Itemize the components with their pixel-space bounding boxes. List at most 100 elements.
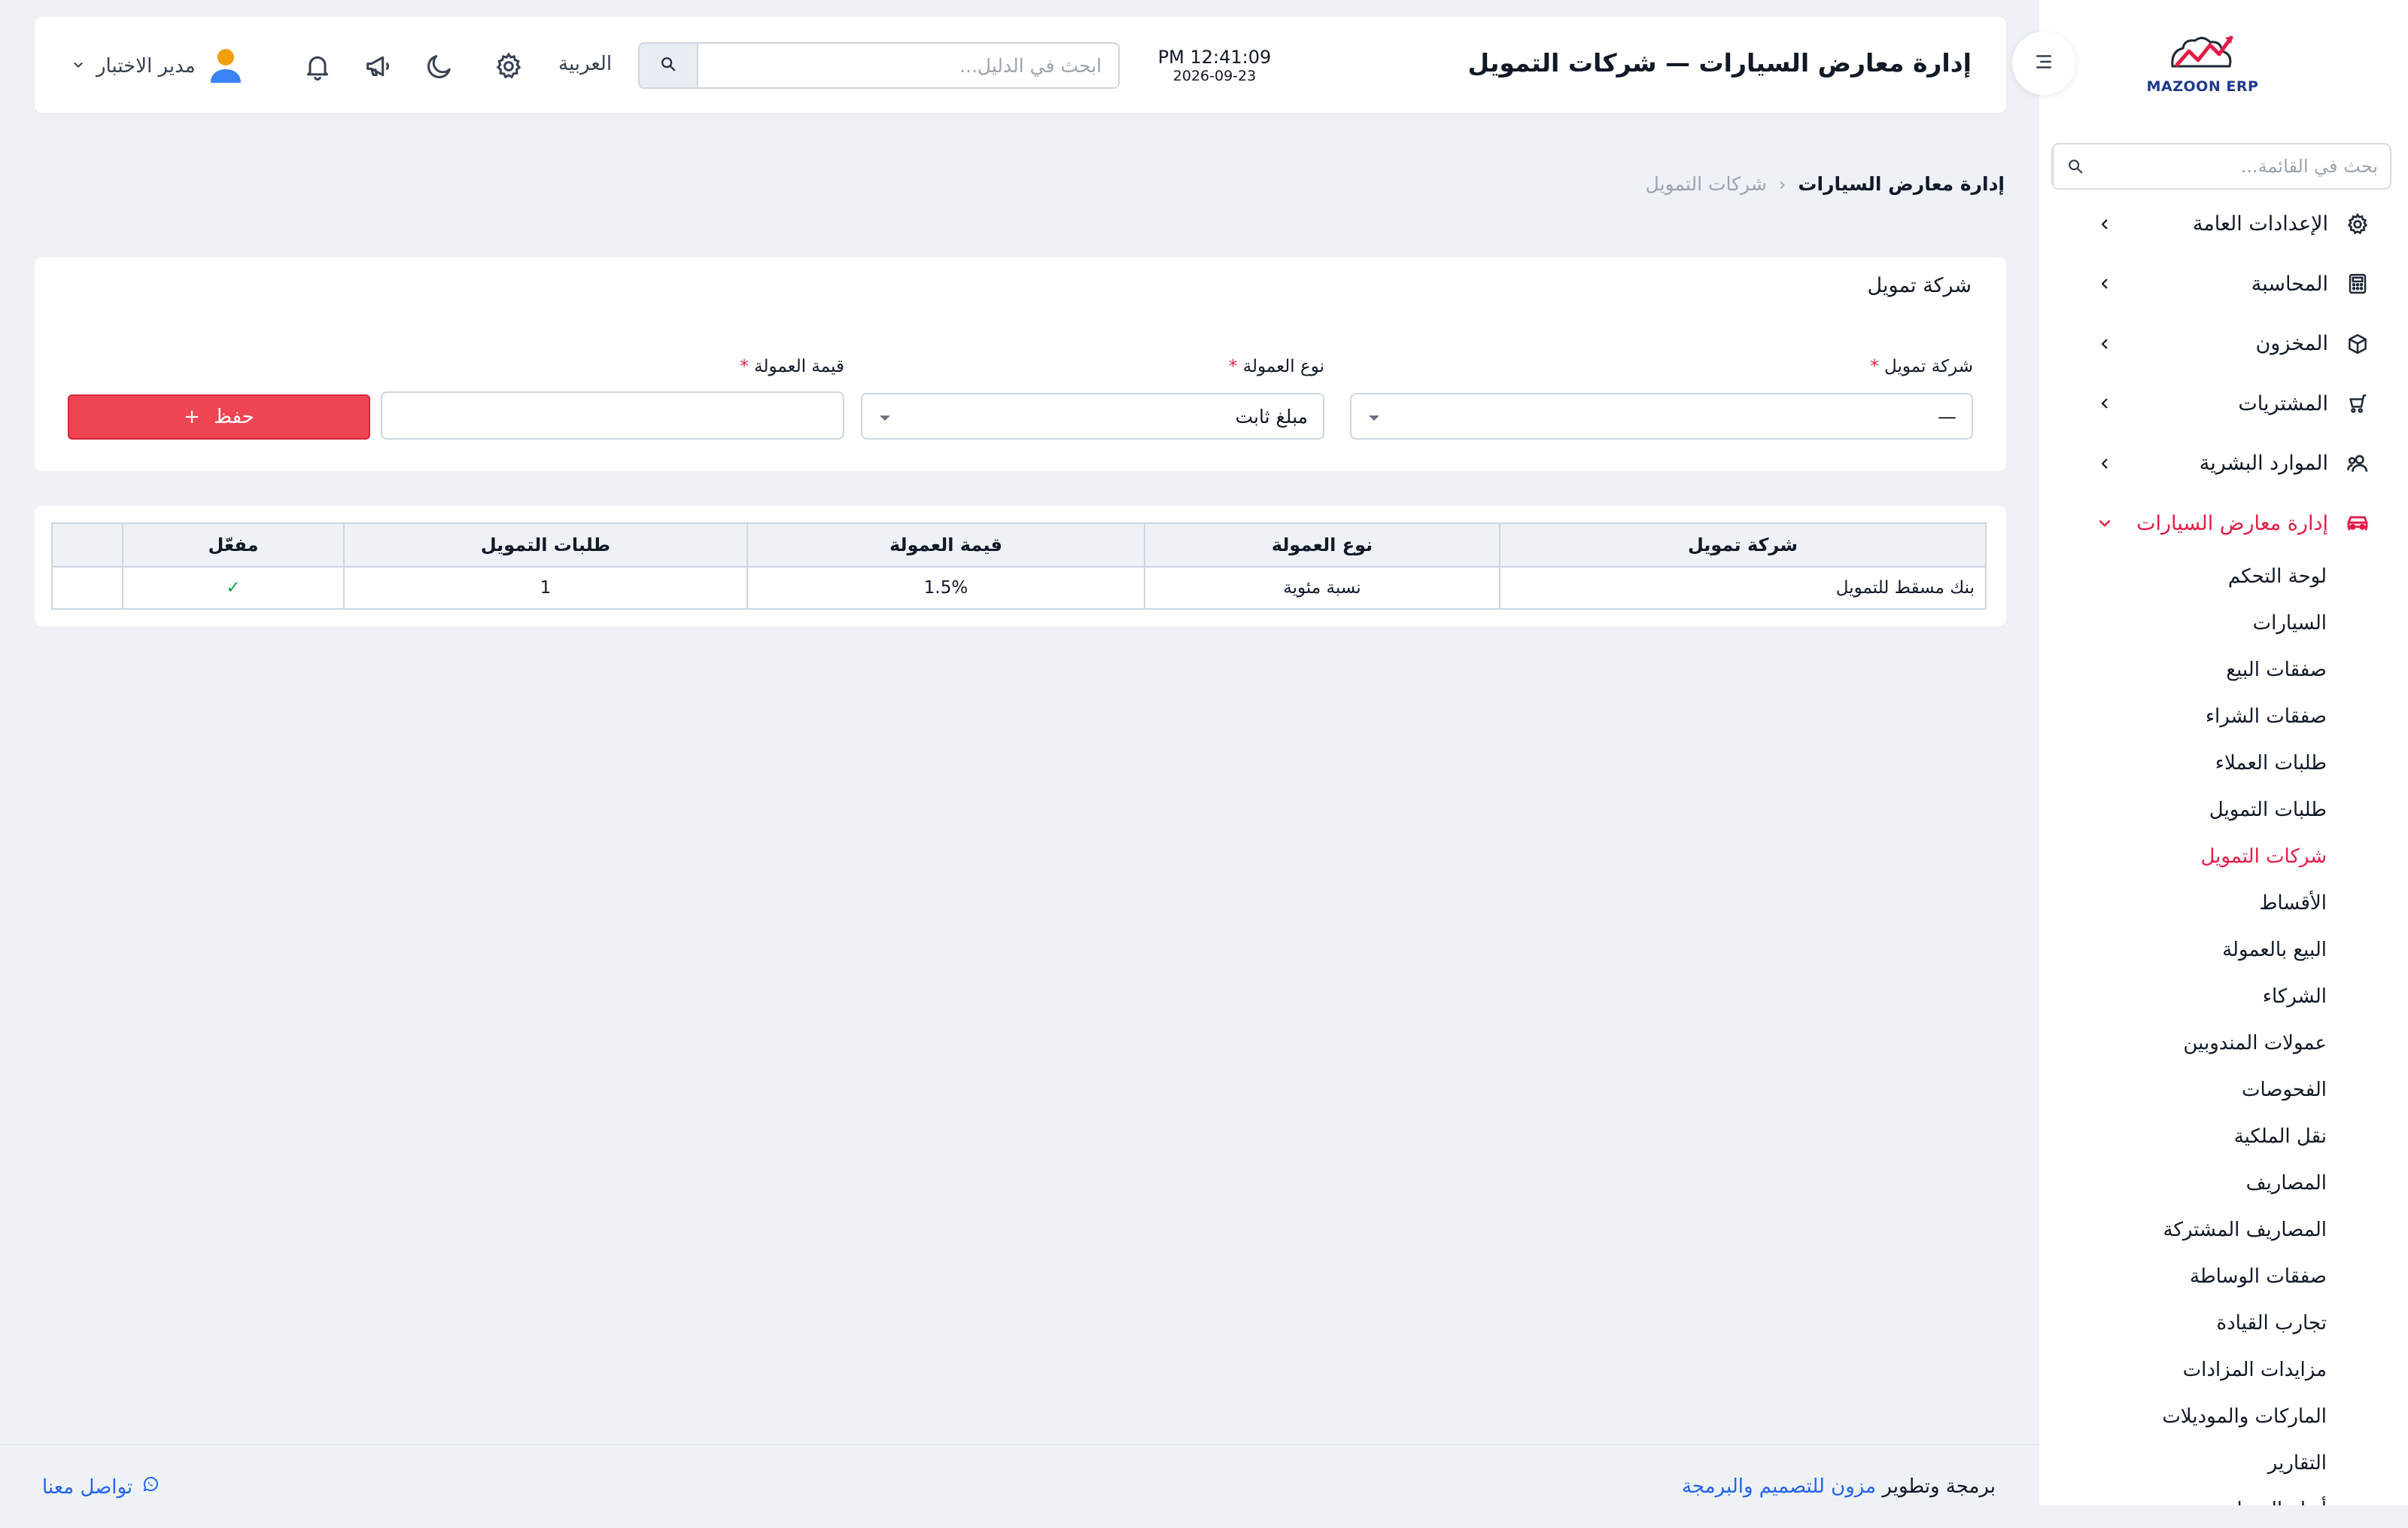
column-header-commission-type[interactable]: نوع العمولة (1144, 522, 1500, 568)
sidebar-subitem-cars[interactable]: السيارات (2039, 600, 2327, 647)
sidebar-subitem-sales-deals[interactable]: صفقات البيع (2039, 647, 2327, 693)
caret-down-icon (877, 406, 892, 428)
cell-enabled-check-icon: ✓ (122, 566, 345, 610)
column-header-actions (51, 522, 123, 568)
footer: برمجة وتطوير مزون للتصميم والبرمجة تواصل… (0, 1444, 2039, 1528)
company-label-text: شركة تمويل (1884, 357, 1973, 376)
form-title: شركة تمويل (1867, 274, 1972, 297)
sidebar-toggle-button[interactable] (2012, 32, 2075, 95)
commission-value-label: قيمة العمولة * (740, 357, 844, 376)
required-mark: * (740, 357, 749, 376)
whatsapp-icon (141, 1475, 160, 1499)
sidebar-item-label: إدارة معارض السيارات (2136, 511, 2328, 535)
sidebar-item-inventory[interactable]: المخزون (2039, 314, 2408, 374)
required-mark: * (1870, 357, 1879, 376)
sidebar-subitem-expenses[interactable]: المصاريف (2039, 1160, 2327, 1207)
plus-icon: + (184, 406, 200, 428)
cell-commission-value: 1.5% (746, 566, 1145, 610)
box-icon (2343, 330, 2372, 358)
column-header-enabled[interactable]: مفعّل (122, 522, 345, 568)
cell-financing-requests: 1 (343, 566, 748, 610)
sidebar-subitem-purchase-deals[interactable]: صفقات الشراء (2039, 693, 2327, 740)
company-label: شركة تمويل * (1870, 357, 1973, 376)
table-header-row: شركة تمويل نوع العمولة قيمة العمولة طلبا… (51, 522, 1987, 568)
sidebar-subitem-auction-bids[interactable]: مزايدات المزادات (2039, 1347, 2327, 1393)
breadcrumb-home[interactable]: إدارة معارض السيارات (1798, 173, 2005, 195)
user-name: مدير الاختبار (96, 55, 196, 78)
sidebar-subitem-brands-models[interactable]: الماركات والموديلات (2039, 1393, 2327, 1440)
company-select-value: — (1938, 405, 1956, 428)
sidebar-item-label: المشتريات (2238, 391, 2328, 415)
guide-search-button[interactable] (640, 44, 698, 87)
sidebar-search-input[interactable] (2096, 145, 2390, 188)
required-mark: * (1228, 357, 1238, 376)
commission-type-select[interactable]: مبلغ ثابت (861, 393, 1324, 440)
search-icon[interactable] (2053, 145, 2096, 188)
sidebar-subitem-dashboard[interactable]: لوحة التحكم (2039, 553, 2327, 600)
guide-search-input[interactable] (698, 44, 1118, 87)
sidebar-item-label: المخزون (2255, 332, 2328, 356)
sidebar-subitem-expense-types[interactable]: أنواع المصاريف (2039, 1487, 2327, 1505)
bell-icon[interactable] (299, 48, 336, 84)
megaphone-icon[interactable] (360, 48, 396, 84)
clock-date: 2026-09-23 (1172, 68, 1257, 84)
sidebar-menu: الإعدادات العامة المحاسبة المخزون المشتر… (2039, 194, 2408, 1505)
avatar (208, 45, 244, 87)
logo[interactable]: MAZOON ERP (2131, 32, 2274, 101)
settings-gear-icon[interactable] (491, 48, 527, 84)
footer-credit-link[interactable]: مزون للتصميم والبرمجة (1682, 1475, 1876, 1498)
breadcrumb: إدارة معارض السيارات ‹ شركات التمويل (1646, 173, 2005, 195)
sidebar-subitem-shared-expenses[interactable]: المصاريف المشتركة (2039, 1207, 2327, 1253)
clock-time: PM 12:41:09 (1157, 47, 1272, 68)
sidebar-subitem-reports[interactable]: التقارير (2039, 1440, 2327, 1487)
commission-type-value: مبلغ ثابت (1235, 405, 1308, 428)
sidebar-subitem-brokerage-deals[interactable]: صفقات الوساطة (2039, 1253, 2327, 1300)
company-select[interactable]: — (1350, 393, 1973, 440)
table-row[interactable]: بنك مسقط للتمويل نسبة مئوية 1.5% 1 ✓ (51, 566, 1987, 610)
sidebar-subitem-inspections[interactable]: الفحوصات (2039, 1067, 2327, 1113)
page-title: إدارة معارض السيارات — شركات التمويل (1467, 48, 1972, 78)
commission-value-input[interactable] (381, 391, 844, 440)
column-header-company[interactable]: شركة تمويل (1499, 522, 1987, 568)
sidebar-item-hr[interactable]: الموارد البشرية (2039, 434, 2408, 494)
sidebar-subitem-agent-commissions[interactable]: عمولات المندوبين (2039, 1020, 2327, 1067)
contact-link[interactable]: تواصل معنا (42, 1475, 160, 1499)
sidebar-item-settings[interactable]: الإعدادات العامة (2039, 194, 2408, 254)
users-icon (2343, 449, 2372, 478)
financing-company-form: شركة تمويل شركة تمويل * — نوع العمولة * … (35, 257, 2006, 471)
sidebar-subitem-partners[interactable]: الشركاء (2039, 973, 2327, 1020)
save-button[interactable]: حفظ + (68, 394, 370, 440)
sidebar-subitem-consignment-sales[interactable]: البيع بالعمولة (2039, 927, 2327, 973)
sidebar-item-accounting[interactable]: المحاسبة (2039, 254, 2408, 315)
column-header-financing-requests[interactable]: طلبات التمويل (343, 522, 748, 568)
footer-credit-prefix: برمجة وتطوير (1882, 1475, 1996, 1498)
language-switcher[interactable]: العربية (558, 53, 612, 75)
sidebar-subitem-financing-requests[interactable]: طلبات التمويل (2039, 787, 2327, 833)
sidebar-item-car-showrooms[interactable]: إدارة معارض السيارات (2039, 494, 2408, 554)
financing-companies-table: شركة تمويل نوع العمولة قيمة العمولة طلبا… (51, 522, 1987, 610)
sidebar: MAZOON ERP الإعدادات العامة المحاسبة ا (2039, 0, 2408, 1505)
chevron-down-icon (72, 59, 84, 74)
sidebar-item-purchases[interactable]: المشتريات (2039, 374, 2408, 434)
sidebar-subitem-financing-companies[interactable]: شركات التمويل (2039, 833, 2327, 880)
topbar: إدارة معارض السيارات — شركات التمويل PM … (35, 17, 2006, 113)
search-icon (660, 56, 676, 75)
sidebar-item-label: الإعدادات العامة (2192, 212, 2328, 236)
sidebar-subitem-test-drives[interactable]: تجارب القيادة (2039, 1300, 2327, 1347)
user-menu[interactable]: مدير الاختبار (72, 45, 244, 87)
sidebar-submenu: لوحة التحكم السيارات صفقات البيع صفقات ا… (2039, 553, 2408, 1505)
sidebar-subitem-installments[interactable]: الأقساط (2039, 880, 2327, 927)
breadcrumb-current: شركات التمويل (1645, 173, 1767, 195)
contact-label: تواصل معنا (42, 1475, 133, 1499)
sidebar-search[interactable] (2051, 143, 2391, 190)
cell-actions[interactable] (51, 566, 123, 610)
sidebar-subitem-ownership-transfer[interactable]: نقل الملكية (2039, 1113, 2327, 1160)
financing-companies-table-card: شركة تمويل نوع العمولة قيمة العمولة طلبا… (35, 506, 2006, 626)
sidebar-item-label: المحاسبة (2251, 272, 2328, 296)
car-icon (2343, 509, 2372, 537)
sidebar-subitem-customer-requests[interactable]: طلبات العملاء (2039, 740, 2327, 787)
column-header-commission-value[interactable]: قيمة العمولة (746, 522, 1145, 568)
cart-icon (2343, 389, 2372, 418)
breadcrumb-separator: ‹ (1778, 173, 1786, 195)
dark-mode-moon-icon[interactable] (421, 48, 458, 84)
